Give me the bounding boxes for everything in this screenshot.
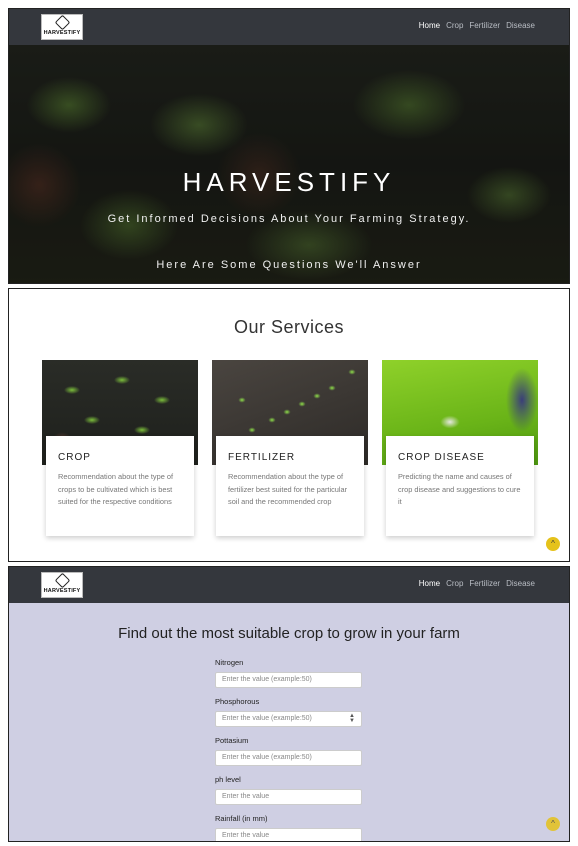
phosphorous-input[interactable]: Enter the value (example:50) ▲ ▼ xyxy=(215,711,362,727)
rainfall-label: Rainfall (in mm) xyxy=(215,814,268,823)
card-title: CROP DISEASE xyxy=(398,452,485,463)
ph-label: ph level xyxy=(215,775,241,784)
card-text: Predicting the name and causes of crop d… xyxy=(398,472,521,506)
nav-links: Home Crop Fertilizer Disease xyxy=(419,579,535,588)
services-panel: Our Services CROP Recommendation about t… xyxy=(8,288,570,562)
card-body: CROP DISEASE Predicting the name and cau… xyxy=(386,436,534,536)
nitrogen-label: Nitrogen xyxy=(215,658,244,667)
stepper-icon[interactable]: ▲ ▼ xyxy=(349,713,355,724)
card-title: CROP xyxy=(58,452,91,463)
scroll-top-button[interactable]: ^ xyxy=(546,537,560,551)
chevron-up-icon: ^ xyxy=(551,539,555,548)
hero-question: Here Are Some Questions We'll Answer xyxy=(156,259,422,271)
hero-title: HARVESTIFY xyxy=(182,167,396,197)
navbar: HARVESTIFY Home Crop Fertilizer Disease xyxy=(9,9,569,45)
pottasium-label: Pottasium xyxy=(215,736,249,745)
pottasium-input[interactable]: Enter the value (example:50) xyxy=(215,750,362,766)
hero-overlay xyxy=(9,45,569,283)
crop-form: Nitrogen Enter the value (example:50) Ph… xyxy=(215,657,365,841)
phosphorous-label: Phosphorous xyxy=(215,697,260,706)
nav-crop[interactable]: Crop xyxy=(446,579,463,588)
nav-fertilizer[interactable]: Fertilizer xyxy=(469,21,500,30)
card-title: FERTILIZER xyxy=(228,452,296,463)
ph-input[interactable]: Enter the value xyxy=(215,789,362,805)
nav-home[interactable]: Home xyxy=(419,21,440,30)
scroll-top-button[interactable]: ^ xyxy=(546,817,560,831)
logo-text: HARVESTIFY xyxy=(43,30,81,36)
logo[interactable]: HARVESTIFY xyxy=(41,14,83,40)
service-card-crop[interactable]: CROP Recommendation about the type of cr… xyxy=(42,360,198,536)
service-card-fertilizer[interactable]: FERTILIZER Recommendation about the type… xyxy=(212,360,368,536)
navbar: HARVESTIFY Home Crop Fertilizer Disease xyxy=(9,567,569,603)
hero-panel: HARVESTIFY Home Crop Fertilizer Disease … xyxy=(8,8,570,284)
form-title: Find out the most suitable crop to grow … xyxy=(118,625,460,642)
card-body: FERTILIZER Recommendation about the type… xyxy=(216,436,364,536)
card-text: Recommendation about the type of fertili… xyxy=(228,472,348,506)
logo[interactable]: HARVESTIFY xyxy=(41,572,83,598)
card-body: CROP Recommendation about the type of cr… xyxy=(46,436,194,536)
service-card-disease[interactable]: CROP DISEASE Predicting the name and cau… xyxy=(382,360,538,536)
logo-text: HARVESTIFY xyxy=(43,588,81,594)
chevron-up-icon: ^ xyxy=(551,819,555,828)
nav-disease[interactable]: Disease xyxy=(506,21,535,30)
card-text: Recommendation about the type of crops t… xyxy=(58,472,174,506)
nav-fertilizer[interactable]: Fertilizer xyxy=(469,579,500,588)
logo-icon xyxy=(54,572,70,589)
nav-links: Home Crop Fertilizer Disease xyxy=(419,21,535,30)
phosphorous-placeholder: Enter the value (example:50) xyxy=(222,715,312,722)
crop-form-panel: HARVESTIFY Home Crop Fertilizer Disease … xyxy=(8,566,570,842)
hero-subtitle: Get Informed Decisions About Your Farmin… xyxy=(107,213,471,225)
nav-disease[interactable]: Disease xyxy=(506,579,535,588)
nitrogen-input[interactable]: Enter the value (example:50) xyxy=(215,672,362,688)
logo-icon xyxy=(54,14,70,31)
services-title: Our Services xyxy=(233,317,345,337)
nav-crop[interactable]: Crop xyxy=(446,21,463,30)
rainfall-input[interactable]: Enter the value xyxy=(215,828,362,841)
hero-image: HARVESTIFY Get Informed Decisions About … xyxy=(9,45,569,283)
nav-home[interactable]: Home xyxy=(419,579,440,588)
